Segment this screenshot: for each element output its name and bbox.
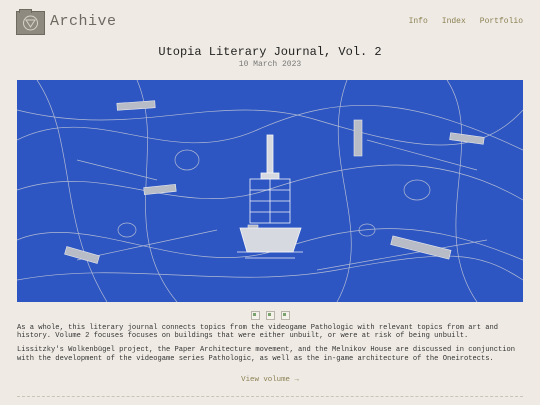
thumbnail-3-icon[interactable]	[280, 311, 290, 320]
view-volume-link[interactable]: View volume →	[241, 376, 299, 384]
post-title: Utopia Literary Journal, Vol. 2	[158, 45, 382, 59]
nav-portfolio-link[interactable]: Portfolio	[480, 17, 523, 26]
view-volume-container: View volume →	[0, 368, 540, 386]
nav-index-link[interactable]: Index	[442, 17, 466, 26]
site-header: Archive Info Index Portfolio	[16, 9, 523, 37]
image-thumbnails	[0, 311, 540, 320]
main-nav: Info Index Portfolio	[409, 17, 523, 26]
nav-info-link[interactable]: Info	[409, 17, 428, 26]
folder-seal-icon[interactable]	[16, 9, 45, 35]
description-paragraph: As a whole, this literary journal connec…	[17, 324, 499, 341]
description-paragraph: Lissitzky's Wolkenbügel project, the Pap…	[17, 346, 516, 363]
thumbnail-1-icon[interactable]	[250, 311, 260, 320]
site-title[interactable]: Archive	[50, 13, 117, 30]
section-divider	[17, 396, 523, 397]
thumbnail-2-icon[interactable]	[265, 311, 275, 320]
post-description: As a whole, this literary journal connec…	[17, 324, 523, 369]
hero-artwork[interactable]	[17, 80, 523, 302]
post-date: 10 March 2023	[238, 60, 302, 69]
